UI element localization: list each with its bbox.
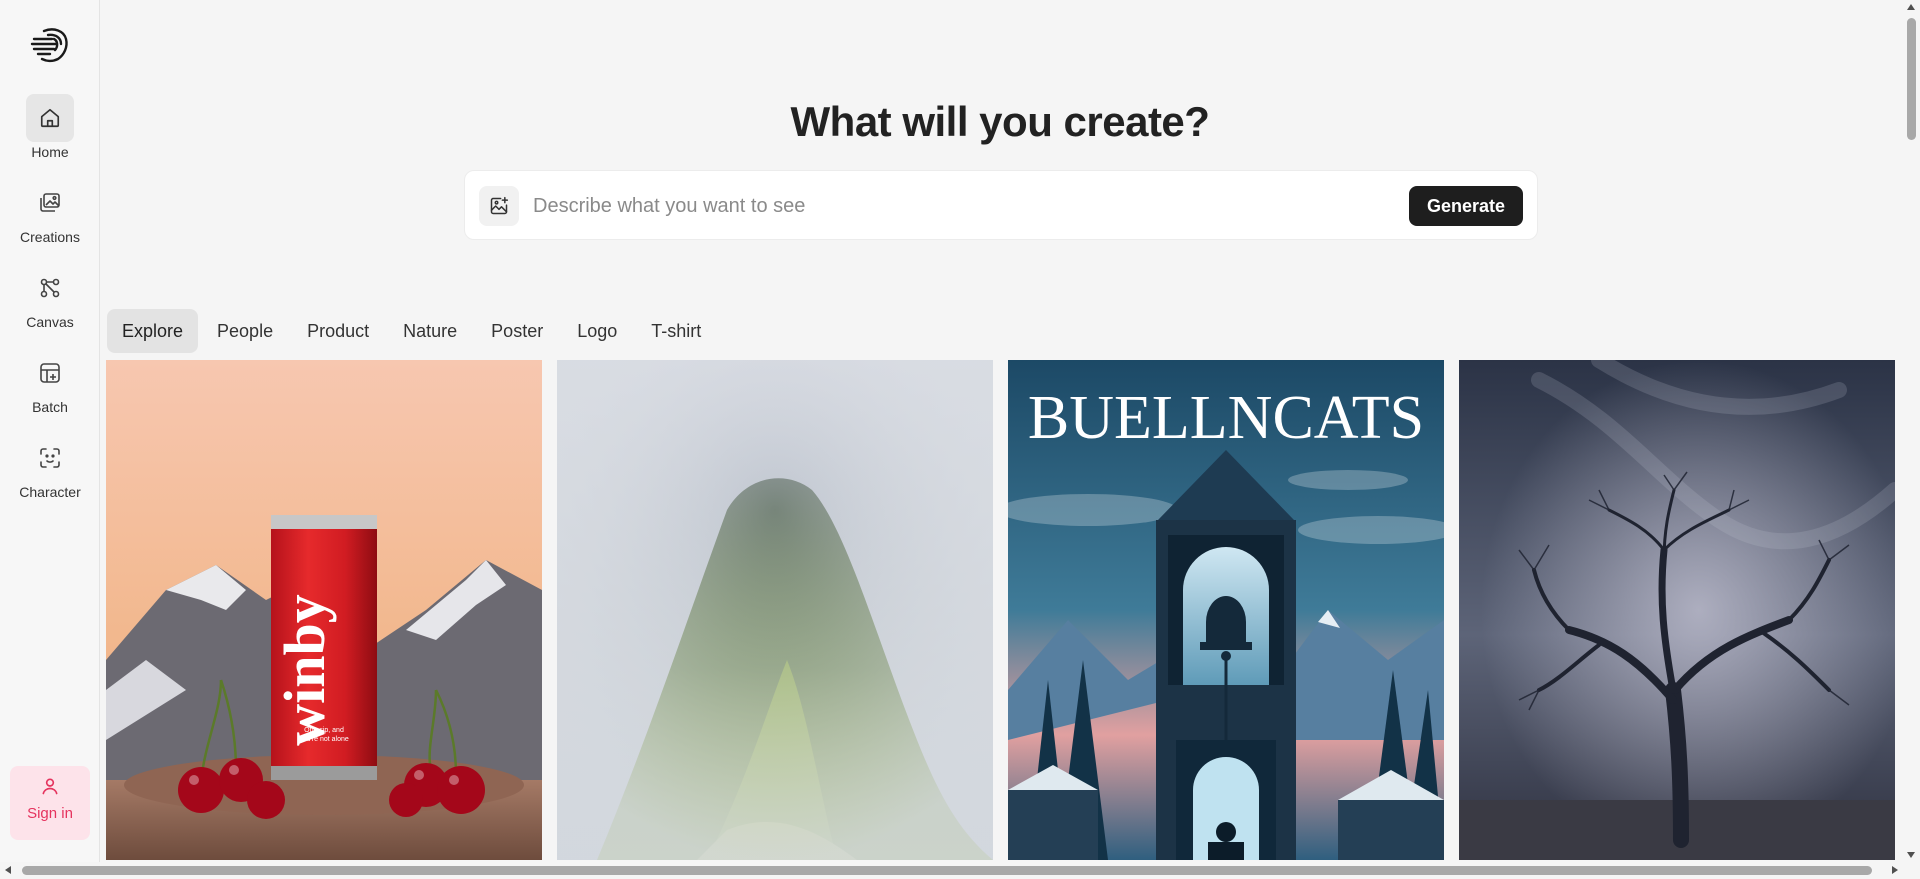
- brain-lines-icon[interactable]: [30, 25, 70, 65]
- image-add-icon[interactable]: [479, 186, 519, 226]
- scroll-left-arrow-icon[interactable]: [5, 866, 11, 874]
- category-tabs: Explore People Product Nature Poster Log…: [107, 309, 720, 353]
- horizontal-scroll-thumb[interactable]: [22, 866, 1872, 875]
- prompt-input[interactable]: [533, 187, 1333, 225]
- sidebar-item-canvas[interactable]: Canvas: [0, 264, 100, 342]
- sidebar-item-label: Creations: [20, 229, 80, 245]
- tab-logo[interactable]: Logo: [562, 309, 632, 353]
- horizontal-scrollbar[interactable]: [0, 862, 1920, 879]
- svg-text:BUELLNCATS: BUELLNCATS: [1028, 384, 1424, 452]
- vertical-scrollbar[interactable]: [1903, 0, 1920, 862]
- sign-in-button[interactable]: Sign in: [10, 766, 90, 840]
- sidebar-item-character[interactable]: Character: [0, 434, 100, 512]
- gallery-image-soda-can[interactable]: winby One sip, and you're not alone: [106, 360, 542, 860]
- prompt-bar: Generate: [464, 170, 1538, 240]
- user-icon: [40, 778, 60, 800]
- svg-text:One sip, and: One sip, and: [304, 727, 344, 734]
- scroll-right-arrow-icon[interactable]: [1892, 866, 1898, 874]
- images-icon: [26, 179, 74, 227]
- sidebar-item-label: Character: [19, 484, 81, 500]
- tab-people[interactable]: People: [202, 309, 288, 353]
- sidebar-item-label: Batch: [32, 399, 68, 415]
- sidebar-item-creations[interactable]: Creations: [0, 179, 100, 257]
- tab-product[interactable]: Product: [292, 309, 384, 353]
- scroll-up-arrow-icon[interactable]: [1907, 4, 1915, 10]
- gallery-image-bell-tower-poster[interactable]: BUELLNCATS: [1008, 360, 1444, 860]
- vertical-scroll-thumb[interactable]: [1907, 18, 1916, 140]
- gallery-image-misty-mountain[interactable]: [557, 360, 993, 860]
- sidebar-item-label: Canvas: [26, 314, 74, 330]
- face-scan-icon: [26, 434, 74, 482]
- tab-nature[interactable]: Nature: [388, 309, 472, 353]
- tab-poster[interactable]: Poster: [476, 309, 558, 353]
- tab-explore[interactable]: Explore: [107, 309, 199, 353]
- sign-in-label: Sign in: [27, 805, 73, 822]
- batch-icon: [26, 349, 74, 397]
- gallery-image-foggy-tree[interactable]: [1459, 360, 1895, 860]
- svg-text:you're not alone: you're not alone: [299, 736, 349, 743]
- page-title: What will you create?: [790, 98, 1210, 145]
- sidebar-item-batch[interactable]: Batch: [0, 349, 100, 427]
- scroll-down-arrow-icon[interactable]: [1907, 852, 1915, 858]
- sidebar-item-home[interactable]: Home: [0, 94, 100, 172]
- sidebar-item-label: Home: [31, 144, 69, 160]
- sidebar: Home Creations Canvas Batch Character Si…: [0, 0, 100, 879]
- canvas-icon: [26, 264, 74, 312]
- tab-tshirt[interactable]: T-shirt: [636, 309, 716, 353]
- svg-text:winby: winby: [272, 594, 337, 746]
- home-icon: [26, 94, 74, 142]
- generate-button[interactable]: Generate: [1409, 186, 1523, 226]
